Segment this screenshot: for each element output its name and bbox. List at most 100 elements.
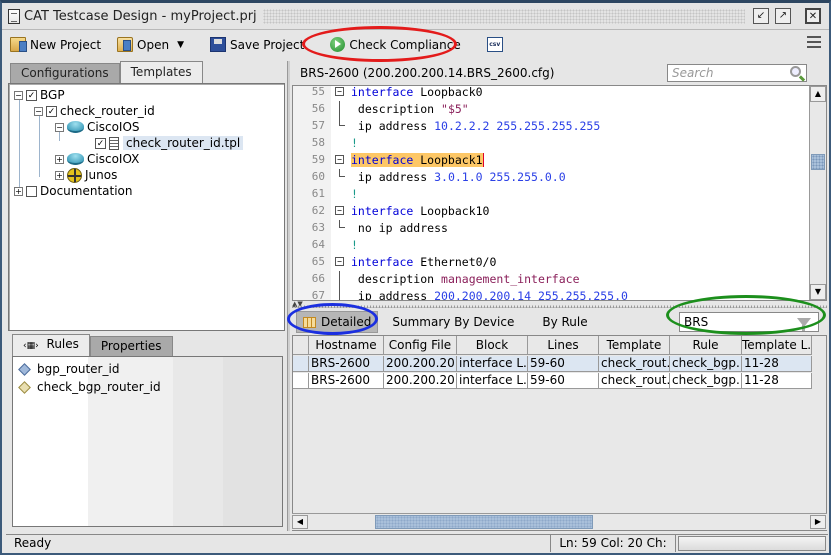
open-folder-icon <box>117 37 134 52</box>
line-number: 65 <box>311 255 325 268</box>
code-line[interactable]: 58! <box>293 135 809 152</box>
fold-end-guide <box>339 118 345 126</box>
tree-item-bgp[interactable]: − ✓ BGP <box>14 87 65 103</box>
tab-configurations[interactable]: Configurations <box>10 63 120 83</box>
fold-collapse-icon[interactable]: − <box>335 206 344 215</box>
table-row[interactable]: BRS-2600 200.200.20... interface L... 59… <box>293 356 812 372</box>
horizontal-splitter[interactable] <box>292 301 827 308</box>
close-icon[interactable]: ✕ <box>805 8 821 24</box>
code-line[interactable]: 60 ip address 3.0.1.0 255.255.0.0 <box>293 169 809 186</box>
maximize-icon[interactable]: ↗ <box>775 8 791 24</box>
tpl-checkbox[interactable]: ✓ <box>95 137 106 149</box>
code-editor[interactable]: 55− interface Loopback0 56 description "$5… <box>292 85 827 301</box>
vertical-splitter[interactable] <box>287 61 290 531</box>
column-header-lines[interactable]: Lines <box>528 336 599 355</box>
code-line[interactable]: 61! <box>293 186 809 203</box>
fold-collapse-icon[interactable]: − <box>335 155 344 164</box>
expand-icon[interactable]: + <box>55 170 64 180</box>
tree-label: CiscoIOX <box>87 152 140 166</box>
table-cell <box>293 373 309 388</box>
code-line[interactable]: 56 description "$5" <box>293 101 809 118</box>
horizontal-scrollbar[interactable]: ◀ ▶ <box>292 513 827 530</box>
scroll-left-icon[interactable]: ◀ <box>292 515 308 529</box>
collapse-icon[interactable]: − <box>34 106 43 116</box>
save-project-button[interactable]: Save Project <box>206 34 308 56</box>
chevron-down-icon[interactable]: ▼ <box>177 40 184 50</box>
code-line[interactable]: 55 − interface Loopback0 <box>293 85 809 101</box>
code-line[interactable]: 62 − interface Loopback10 <box>293 203 809 220</box>
tab-properties[interactable]: Properties <box>89 336 173 356</box>
code-line[interactable]: 65 − interface Ethernet0/0 <box>293 254 809 271</box>
expand-icon[interactable]: + <box>55 154 64 164</box>
tree-item-ciscoios[interactable]: − CiscoIOS <box>55 119 140 135</box>
search-input[interactable]: Search <box>667 64 807 82</box>
summary-by-device-button[interactable]: Summary By Device <box>386 311 520 333</box>
title-drag-area[interactable] <box>262 8 745 24</box>
export-csv-button[interactable]: csv <box>483 34 511 56</box>
documentation-checkbox[interactable] <box>26 185 37 197</box>
table-row[interactable]: BRS-2600 200.200.20... interface L... 59… <box>293 373 812 389</box>
tab-rules[interactable]: ‹▦› Rules <box>12 334 90 356</box>
code-line[interactable]: 59 − interface Loopback1 <box>293 152 809 169</box>
code-line[interactable]: 64! <box>293 237 809 254</box>
collapse-icon[interactable]: − <box>55 122 64 132</box>
main-toolbar: New Project Open ▼ Save Project Check Co… <box>2 31 829 58</box>
filter-icon[interactable] <box>797 318 811 331</box>
tree-item-documentation[interactable]: + Documentation <box>14 183 133 199</box>
line-number: 61 <box>311 187 325 200</box>
scroll-up-icon[interactable]: ▲ <box>810 86 826 102</box>
minimize-icon[interactable]: ↙ <box>753 8 769 24</box>
new-project-button[interactable]: New Project <box>6 34 105 56</box>
scroll-thumb[interactable] <box>811 154 825 170</box>
table-cell: interface L... <box>459 356 528 371</box>
open-label: Open <box>137 37 170 52</box>
column-header-rule[interactable]: Rule <box>670 336 742 355</box>
horizontal-scroll-thumb[interactable] <box>375 515 593 529</box>
tree-item-ciscoiox[interactable]: + CiscoIOX <box>55 151 139 167</box>
fold-collapse-icon[interactable]: − <box>335 87 344 96</box>
tab-templates[interactable]: Templates <box>119 61 203 83</box>
fold-guide <box>339 271 340 288</box>
document-icon <box>109 136 119 150</box>
rules-tab-label: Rules <box>46 337 79 351</box>
code-token: "$5" <box>441 102 469 116</box>
column-header[interactable] <box>293 336 309 355</box>
hamburger-menu-icon[interactable] <box>807 36 821 50</box>
rule-item[interactable]: check_bgp_router_id <box>17 379 161 395</box>
expand-icon[interactable]: + <box>14 186 23 196</box>
tree-item-check-router-id-tpl[interactable]: ✓ check_router_id.tpl <box>95 135 244 151</box>
code-line[interactable]: 63 no ip address <box>293 220 809 237</box>
table-cell: check_rout... <box>601 356 670 371</box>
column-header-template-lines[interactable]: Template L... <box>742 336 812 355</box>
line-number: 63 <box>311 221 325 234</box>
bgp-checkbox[interactable]: ✓ <box>26 89 37 101</box>
open-button[interactable]: Open ▼ <box>113 34 188 56</box>
check-compliance-button[interactable]: Check Compliance <box>326 34 464 56</box>
detailed-view-button[interactable]: Detailed <box>296 311 379 333</box>
scroll-right-icon[interactable]: ▶ <box>810 515 826 529</box>
title-bar: CAT Testcase Design - myProject.prj ↙ ↗ … <box>2 3 829 30</box>
scroll-down-icon[interactable]: ▼ <box>810 284 826 300</box>
check-router-id-checkbox[interactable]: ✓ <box>46 105 57 117</box>
code-line[interactable]: 57 ip address 10.2.2.2 255.255.255.255 <box>293 118 809 135</box>
rule-item[interactable]: bgp_router_id <box>17 361 119 377</box>
search-icon[interactable] <box>790 66 801 77</box>
line-number: 56 <box>311 102 325 115</box>
line-number: 58 <box>311 136 325 149</box>
vertical-scrollbar[interactable]: ▲ ▼ <box>809 86 826 300</box>
collapse-icon[interactable]: − <box>14 90 23 100</box>
column-header-hostname[interactable]: Hostname <box>309 336 384 355</box>
column-header-config-file[interactable]: Config File <box>384 336 457 355</box>
table-cell: check_bgp... <box>672 373 742 388</box>
tree-item-junos[interactable]: + Junos <box>55 167 117 183</box>
code-line[interactable]: 66 description management_interface <box>293 271 809 288</box>
code-token: Loopback1 <box>413 153 483 167</box>
tree-item-check-router-id[interactable]: − ✓ check_router_id <box>34 103 155 119</box>
fold-collapse-icon[interactable]: − <box>335 257 344 266</box>
fold-guide <box>339 288 340 300</box>
line-number: 55 <box>311 85 325 98</box>
code-line[interactable]: 67 ip address 200.200.200.14 255.255.255… <box>293 288 809 300</box>
column-header-template[interactable]: Template <box>599 336 670 355</box>
column-header-block[interactable]: Block <box>457 336 528 355</box>
by-rule-button[interactable]: By Rule <box>536 311 593 333</box>
